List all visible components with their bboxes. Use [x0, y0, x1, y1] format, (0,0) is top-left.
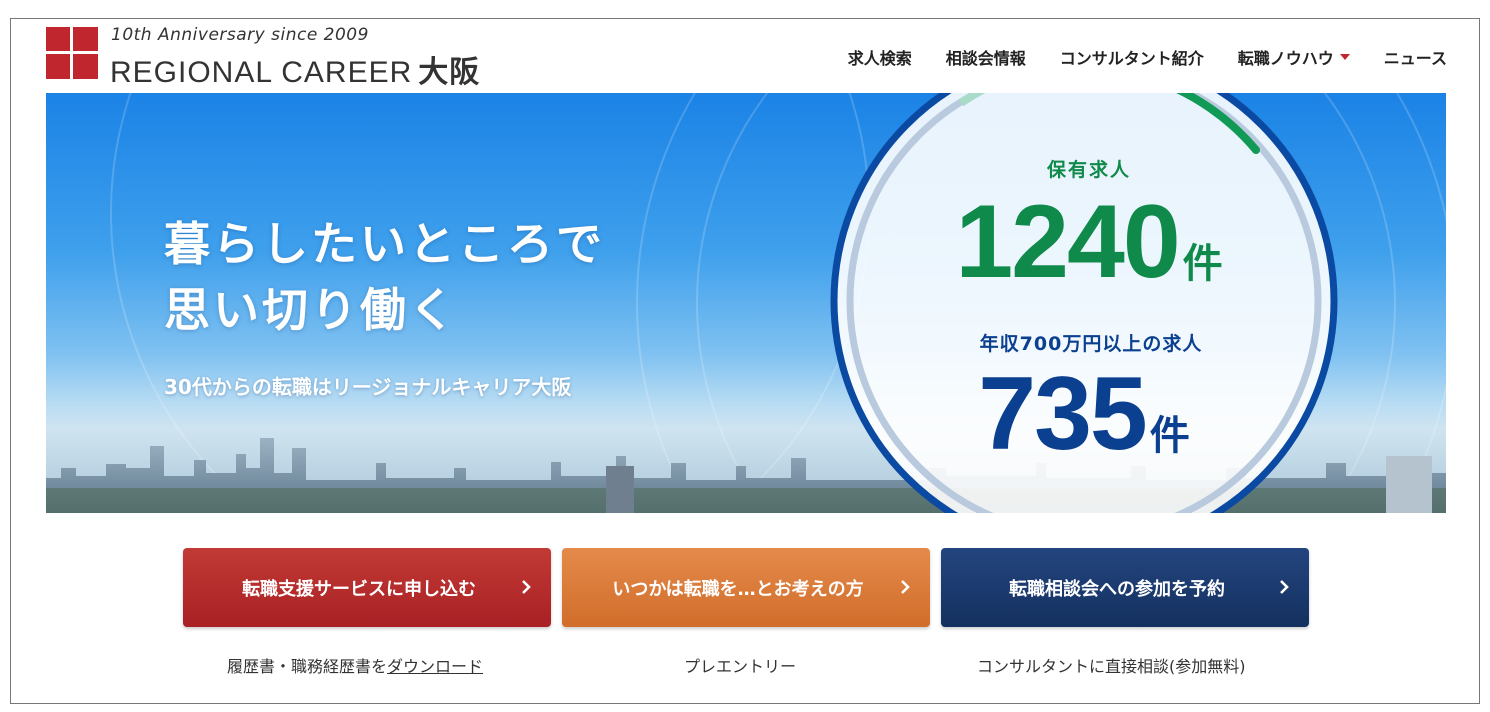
jobs-count-label: 保有求人: [1046, 159, 1131, 181]
high-income-jobs-number: 735: [978, 356, 1148, 472]
consult-link[interactable]: コンサルタントに直接相談(参加無料): [977, 653, 1246, 677]
nav-consultation-events[interactable]: 相談会情報: [946, 45, 1026, 69]
nav-consultation-events-label: 相談会情報: [945, 49, 1026, 68]
hero-headline-line2: 思い切り働く: [164, 283, 458, 337]
nav-news-label: ニュース: [1383, 49, 1447, 68]
apply-service-button[interactable]: 転職支援サービスに申し込む: [183, 548, 551, 627]
seminar-reserve-button[interactable]: 転職相談会への参加を予約: [941, 548, 1309, 627]
pre-entry-link[interactable]: プレエントリー: [684, 653, 796, 677]
hero-headline-line1: 暮らしたいところで: [164, 217, 605, 271]
high-income-jobs-unit: 件: [1149, 413, 1190, 459]
logo-city: 大阪: [418, 56, 481, 89]
main-nav: 求人検索 相談会情報 コンサルタント紹介 転職ノウハウ ニュース: [848, 45, 1447, 69]
logo-tagline: 10th Anniversary since 2009: [111, 25, 369, 45]
logo-name-text: REGIONAL CAREER: [110, 56, 413, 89]
resume-download-link[interactable]: ダウンロード: [387, 657, 483, 676]
resume-download-text: 履歴書・職務経歴書をダウンロード: [227, 653, 483, 677]
chevron-right-icon: [901, 580, 910, 594]
jobs-count-number: 1240: [955, 184, 1180, 300]
logo-name: REGIONAL CAREER 大阪: [110, 47, 480, 91]
nav-consultants-label: コンサルタント紹介: [1059, 49, 1204, 68]
seminar-reserve-label: 転職相談会への参加を予約: [1009, 578, 1225, 600]
jobs-count-unit: 件: [1182, 241, 1223, 287]
nav-job-search[interactable]: 求人検索: [848, 45, 912, 69]
nav-job-search-label: 求人検索: [847, 49, 912, 68]
resume-download-prefix: 履歴書・職務経歴書を: [227, 657, 388, 676]
nav-news[interactable]: ニュース: [1384, 45, 1447, 69]
chevron-right-icon: [522, 580, 531, 594]
page-frame: 10th Anniversary since 2009 REGIONAL CAR…: [10, 18, 1480, 704]
nav-consultants[interactable]: コンサルタント紹介: [1060, 45, 1204, 69]
nav-career-knowhow[interactable]: 転職ノウハウ: [1238, 45, 1350, 69]
site-logo[interactable]: 10th Anniversary since 2009 REGIONAL CAR…: [46, 25, 526, 89]
site-header: 10th Anniversary since 2009 REGIONAL CAR…: [11, 19, 1481, 93]
jobs-count-value: 1240 件: [934, 183, 1244, 302]
someday-career-label: いつかは転職を…とお考えの方: [612, 578, 864, 600]
hero-headline: 暮らしたいところで 思い切り働く: [164, 211, 605, 343]
caret-down-icon: [1339, 54, 1350, 60]
logo-mark-icon: [46, 27, 98, 79]
high-income-jobs-label: 年収700万円以上の求人: [979, 333, 1203, 355]
high-income-jobs-value: 735 件: [944, 355, 1224, 474]
hero-banner: 暮らしたいところで 思い切り働く 30代からの転職はリージョナルキャリア大阪 保…: [46, 93, 1446, 513]
chevron-right-icon: [1280, 580, 1289, 594]
someday-career-button[interactable]: いつかは転職を…とお考えの方: [562, 548, 930, 627]
apply-service-label: 転職支援サービスに申し込む: [242, 578, 476, 600]
hero-subheadline: 30代からの転職はリージョナルキャリア大阪: [164, 375, 572, 399]
nav-career-knowhow-label: 転職ノウハウ: [1237, 49, 1334, 68]
